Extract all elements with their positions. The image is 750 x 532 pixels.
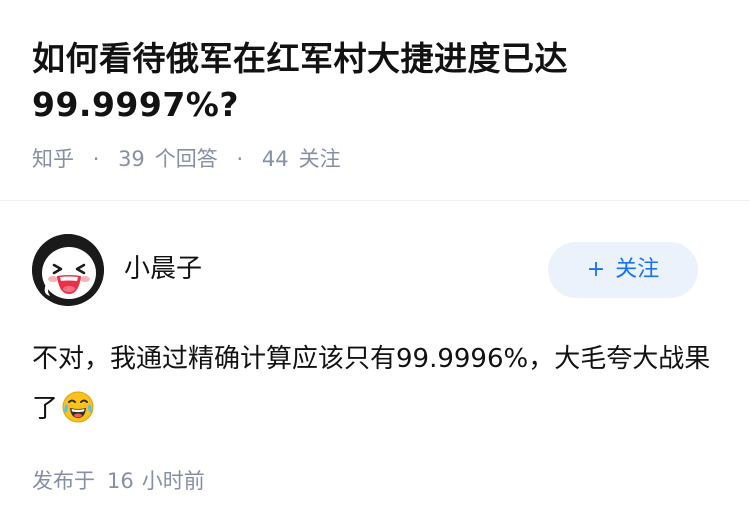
- question-meta: 知乎 · 39 个回答 · 44 关注: [32, 144, 341, 174]
- meta-separator: ·: [236, 147, 244, 171]
- answer-content-text: 不对，我通过精确计算应该只有99.9996%，大毛夸大战果了: [32, 344, 711, 424]
- answer-content[interactable]: 不对，我通过精确计算应该只有99.9996%，大毛夸大战果了: [32, 334, 722, 434]
- question-header: 如何看待俄军在红军村大捷进度已达99.9997%? 知乎 · 39 个回答 · 4…: [0, 0, 750, 201]
- plus-icon: +: [586, 257, 606, 282]
- publish-time: 发布于 16 小时前: [32, 466, 205, 496]
- crying-laughing-ghost-icon: [32, 234, 104, 306]
- publish-time-unit: 小时前: [141, 469, 205, 493]
- question-title[interactable]: 如何看待俄军在红军村大捷进度已达99.9997%?: [32, 36, 672, 128]
- follow-button[interactable]: + 关注: [548, 242, 698, 298]
- source-label[interactable]: 知乎: [32, 147, 74, 171]
- tears-of-joy-emoji-icon: [62, 391, 94, 423]
- avatar[interactable]: [32, 234, 104, 306]
- follow-button-label: 关注: [615, 257, 660, 282]
- publish-time-prefix: 发布于: [32, 469, 95, 493]
- zhihu-answer-page: 如何看待俄军在红军村大捷进度已达99.9997%? 知乎 · 39 个回答 · 4…: [0, 0, 750, 532]
- author-name[interactable]: 小晨子: [124, 252, 202, 286]
- follower-count: 44: [261, 147, 289, 171]
- answer-count-label[interactable]: 个回答: [155, 147, 218, 171]
- answer-count: 39: [118, 147, 145, 171]
- publish-time-value: 16: [107, 469, 134, 493]
- follower-count-label[interactable]: 关注: [299, 147, 341, 171]
- meta-separator: ·: [92, 147, 100, 171]
